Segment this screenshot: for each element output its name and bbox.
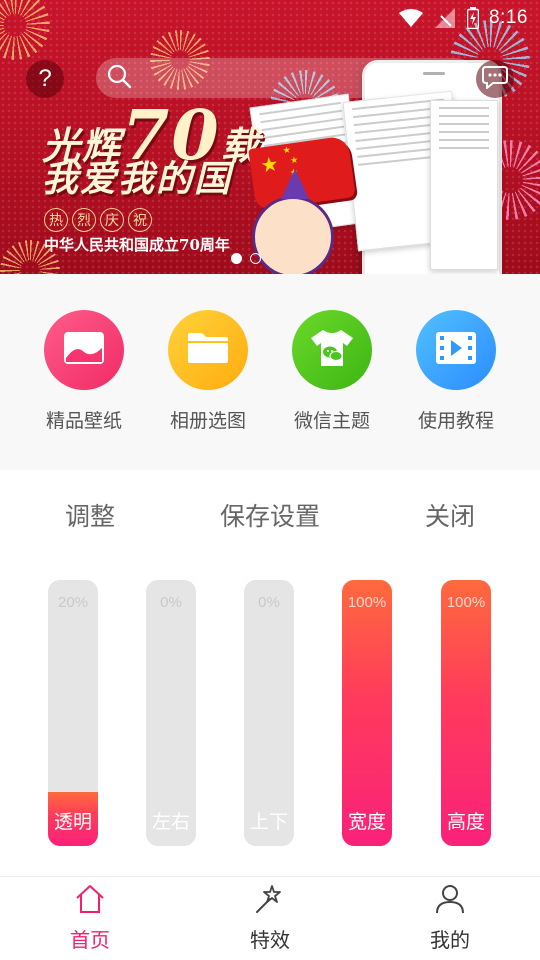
banner-subline: 中华人民共和国成立70周年 [44, 236, 230, 254]
settings-tabs: 调整 保存设置 关闭 [0, 470, 540, 560]
quick-nav-icon-circle [416, 310, 496, 390]
quick-nav-tutorial[interactable]: 使用教程 [401, 310, 511, 470]
slider-vertical[interactable]: 0% 上下 [244, 580, 294, 846]
nav-label: 我的 [430, 928, 470, 952]
celebration-seals: 热 烈 庆 祝 [44, 208, 152, 232]
quick-nav-label: 相册选图 [169, 410, 246, 432]
adjust-sliders: 20% 透明 0% 左右 0% 上下 100% 宽度 100% 高度 [0, 560, 540, 876]
chat-bubble-icon [482, 65, 508, 93]
quick-nav-label: 使用教程 [417, 410, 494, 432]
quick-nav-wallpapers[interactable]: 精品壁纸 [29, 310, 139, 470]
home-icon [74, 884, 106, 918]
slider-height[interactable]: 100% 高度 [441, 580, 491, 846]
slider-value: 20% [57, 594, 89, 611]
tab-close[interactable]: 关闭 [360, 497, 540, 533]
status-time: 8:16 [489, 7, 528, 28]
slider-opacity[interactable]: 20% 透明 [48, 580, 98, 846]
quick-nav-icon-circle [44, 310, 124, 390]
seal-char: 热 [44, 208, 68, 232]
quick-nav-label: 精品壁纸 [45, 410, 122, 432]
slider-label: 左右 [151, 811, 190, 833]
bottom-nav: 首页 特效 我的 [0, 876, 540, 960]
help-button[interactable]: ? [26, 60, 64, 98]
slider-label: 上下 [249, 811, 288, 833]
pager-dot[interactable] [250, 253, 261, 264]
seal-char: 烈 [72, 208, 96, 232]
slider-value: 100% [446, 594, 486, 611]
search-icon [106, 63, 132, 93]
nav-effects[interactable]: 特效 [180, 877, 360, 960]
quick-nav-label: 微信主题 [293, 410, 370, 432]
wechat-shirt-icon [309, 328, 355, 372]
battery-icon [467, 7, 480, 29]
seal-char: 庆 [100, 208, 124, 232]
nav-label: 首页 [70, 928, 110, 952]
nav-home[interactable]: 首页 [0, 877, 180, 960]
user-icon [434, 884, 466, 918]
tab-adjust[interactable]: 调整 [0, 497, 180, 533]
search-bar[interactable] [96, 58, 476, 98]
quick-nav-album[interactable]: 相册选图 [153, 310, 263, 470]
slider-value: 0% [258, 594, 280, 611]
magic-wand-icon [254, 884, 286, 918]
slider-label: 宽度 [347, 811, 386, 833]
video-icon [434, 330, 478, 370]
banner-pager [231, 253, 261, 264]
nav-profile[interactable]: 我的 [360, 877, 540, 960]
signal-icon [435, 8, 456, 28]
phone-screen-card [430, 100, 498, 270]
image-icon [62, 330, 106, 370]
search-input[interactable] [140, 68, 440, 88]
help-icon: ? [38, 65, 52, 92]
status-bar: 8:16 [0, 0, 540, 36]
slider-label: 高度 [446, 811, 485, 833]
seal-char: 祝 [128, 208, 152, 232]
promo-banner[interactable]: 光辉70载 我爱我的国 热 烈 庆 祝 中华人民共和国成立70周年 ★ ★ ★ … [0, 0, 540, 274]
banner-headline-line2: 我爱我的国 [42, 158, 233, 200]
quick-nav-wechat-theme[interactable]: 微信主题 [277, 310, 387, 470]
slider-label: 透明 [53, 811, 92, 833]
wifi-icon [399, 8, 424, 28]
nav-label: 特效 [250, 928, 290, 952]
pager-dot-active[interactable] [231, 253, 242, 264]
slider-value: 100% [347, 594, 387, 611]
slider-horizontal[interactable]: 0% 左右 [146, 580, 196, 846]
message-button[interactable] [476, 60, 514, 98]
cartoon-character [252, 169, 334, 274]
tab-save-settings[interactable]: 保存设置 [180, 497, 360, 533]
quick-nav: 精品壁纸 相册选图 微信主题 使用教程 [0, 274, 540, 470]
slider-width[interactable]: 100% 宽度 [342, 580, 392, 846]
folder-icon [186, 331, 230, 369]
quick-nav-icon-circle [168, 310, 248, 390]
quick-nav-icon-circle [292, 310, 372, 390]
slider-value: 0% [160, 594, 182, 611]
